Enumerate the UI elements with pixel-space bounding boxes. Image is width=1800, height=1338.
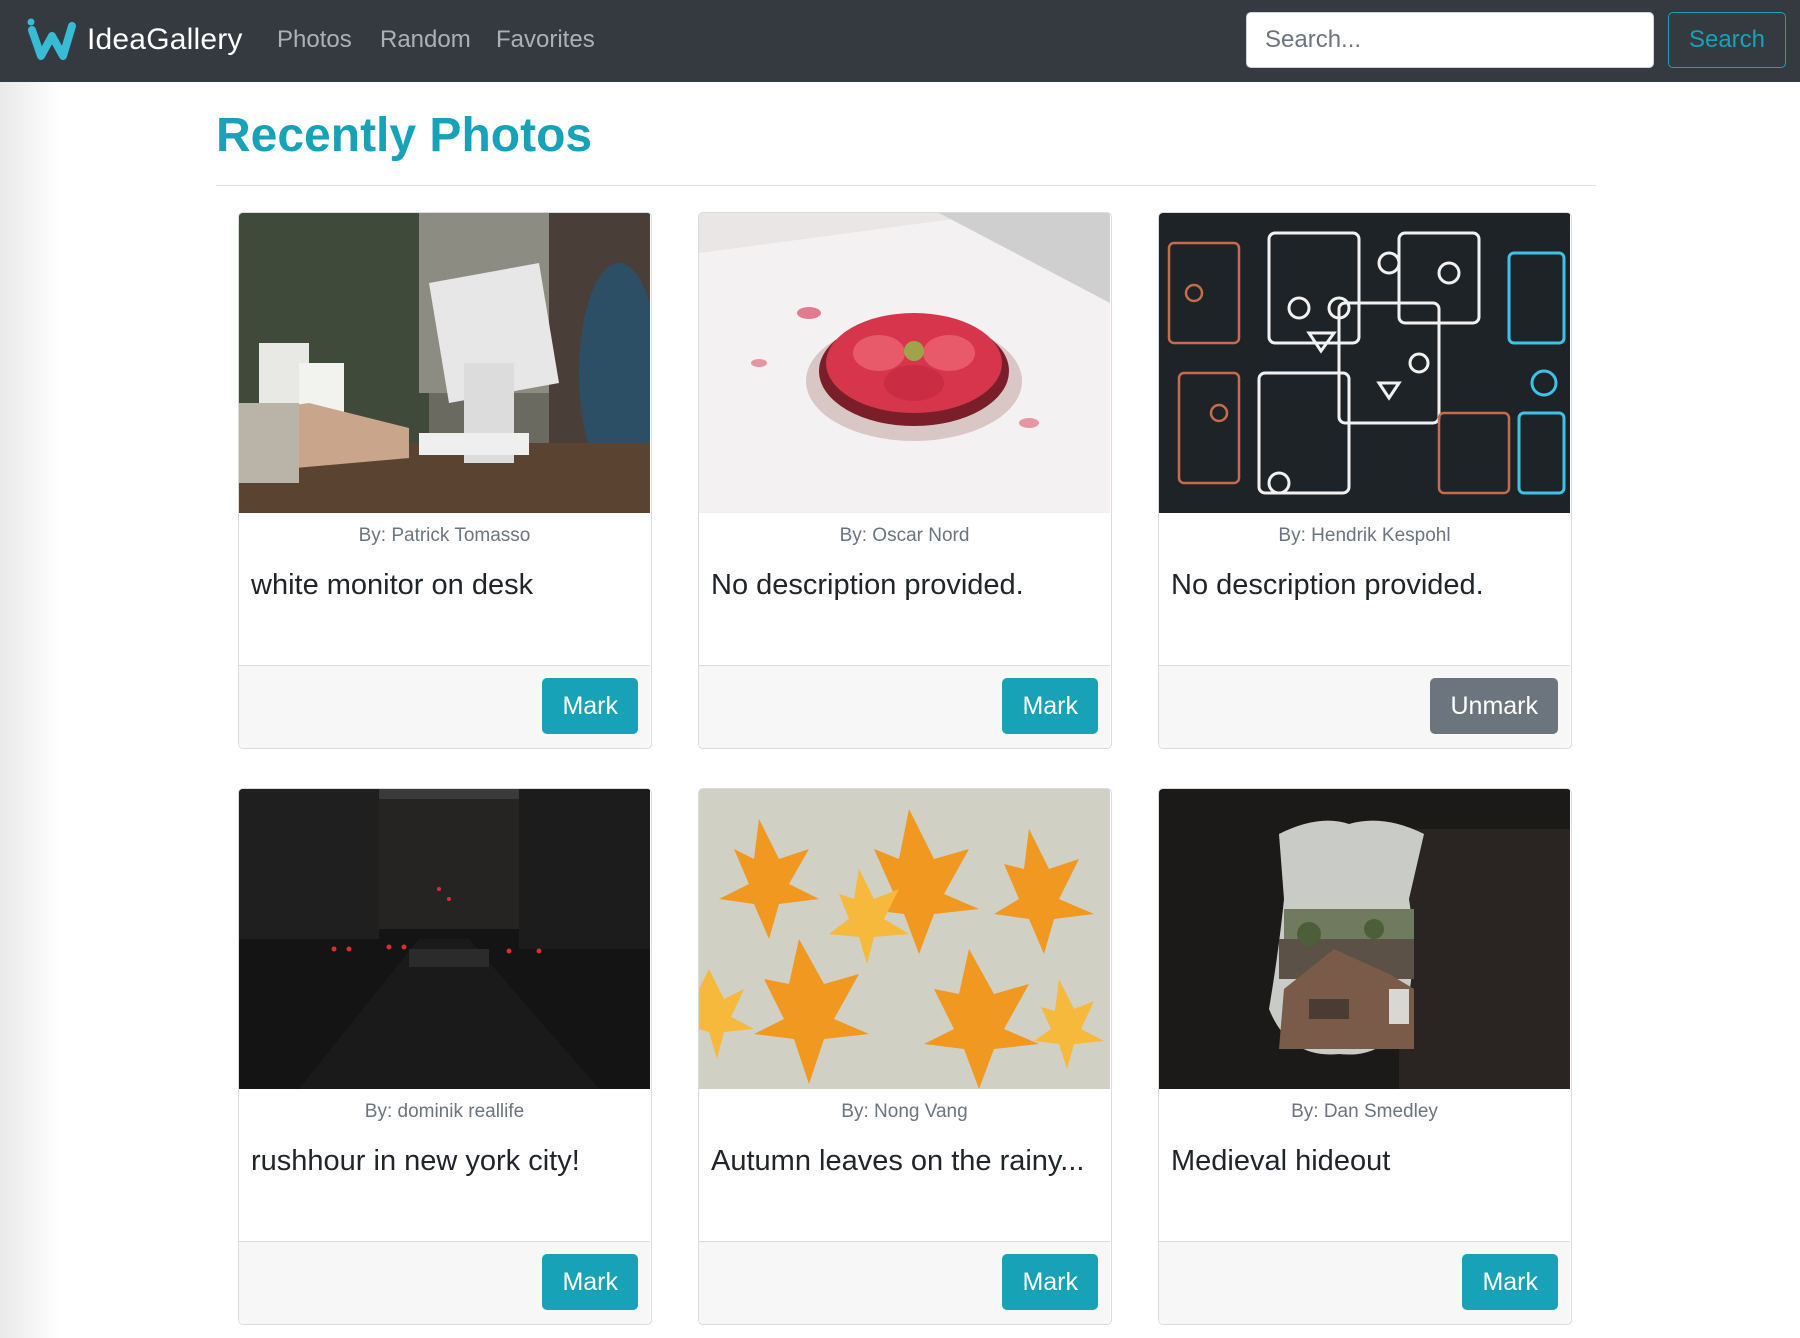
photo-image[interactable]: [1159, 789, 1570, 1089]
search-button[interactable]: Search: [1668, 12, 1786, 68]
card-footer: Mark: [239, 1241, 650, 1324]
photo-card: By: dominik reallife rushhour in new yor…: [238, 788, 652, 1325]
photo-card: By: Nong Vang Autumn leaves on the rainy…: [698, 788, 1112, 1325]
nav-link-favorites[interactable]: Favorites: [496, 22, 595, 58]
w-logo-icon: [27, 18, 76, 60]
nav-link-photos[interactable]: Photos: [277, 22, 352, 58]
mark-button[interactable]: Mark: [542, 1254, 638, 1310]
mark-button[interactable]: Mark: [1002, 678, 1098, 734]
brand-name: IdeaGallery: [87, 23, 243, 56]
photo-image[interactable]: [239, 213, 650, 513]
page-title: Recently Photos: [216, 109, 593, 162]
photo-author: By: Dan Smedley: [1291, 1101, 1438, 1122]
card-footer: Mark: [699, 1241, 1110, 1324]
page-edge-shadow: [0, 0, 60, 1338]
card-footer: Mark: [239, 665, 650, 748]
search-input[interactable]: [1246, 12, 1654, 68]
mark-button[interactable]: Mark: [542, 678, 638, 734]
mark-button[interactable]: Mark: [1002, 1254, 1098, 1310]
card-footer: Mark: [699, 665, 1110, 748]
photo-author: By: Patrick Tomasso: [358, 525, 531, 546]
photo-card: By: Oscar Nord No description provided. …: [698, 212, 1112, 749]
photo-author: By: Nong Vang: [841, 1101, 968, 1122]
card-footer: Mark: [1159, 1241, 1570, 1324]
mark-button[interactable]: Mark: [1462, 1254, 1558, 1310]
photo-image[interactable]: [1159, 213, 1570, 513]
photo-card: By: Dan Smedley Medieval hideout Mark: [1158, 788, 1572, 1325]
card-footer: Unmark: [1159, 665, 1570, 748]
brand-link[interactable]: IdeaGallery: [26, 14, 243, 66]
photo-author: By: dominik reallife: [364, 1101, 525, 1122]
photo-image[interactable]: [699, 213, 1110, 513]
photo-card: By: Hendrik Kespohl No description provi…: [1158, 212, 1572, 749]
photo-description: No description provided.: [1171, 569, 1484, 601]
photo-description: No description provided.: [711, 569, 1024, 601]
nav-link-random[interactable]: Random: [380, 22, 471, 58]
unmark-button[interactable]: Unmark: [1430, 678, 1558, 734]
photo-image[interactable]: [699, 789, 1110, 1089]
photo-description: Medieval hideout: [1171, 1145, 1391, 1177]
photo-description: Autumn leaves on the rainy...: [711, 1145, 1085, 1177]
photo-author: By: Hendrik Kespohl: [1278, 525, 1451, 546]
title-divider: [216, 185, 1596, 186]
photo-card: By: Patrick Tomasso white monitor on des…: [238, 212, 652, 749]
photo-image[interactable]: [239, 789, 650, 1089]
photo-description: white monitor on desk: [251, 569, 534, 601]
photo-author: By: Oscar Nord: [839, 525, 970, 546]
navbar: IdeaGallery Photos Random Favorites Sear…: [0, 0, 1800, 82]
photo-description: rushhour in new york city!: [251, 1145, 580, 1177]
